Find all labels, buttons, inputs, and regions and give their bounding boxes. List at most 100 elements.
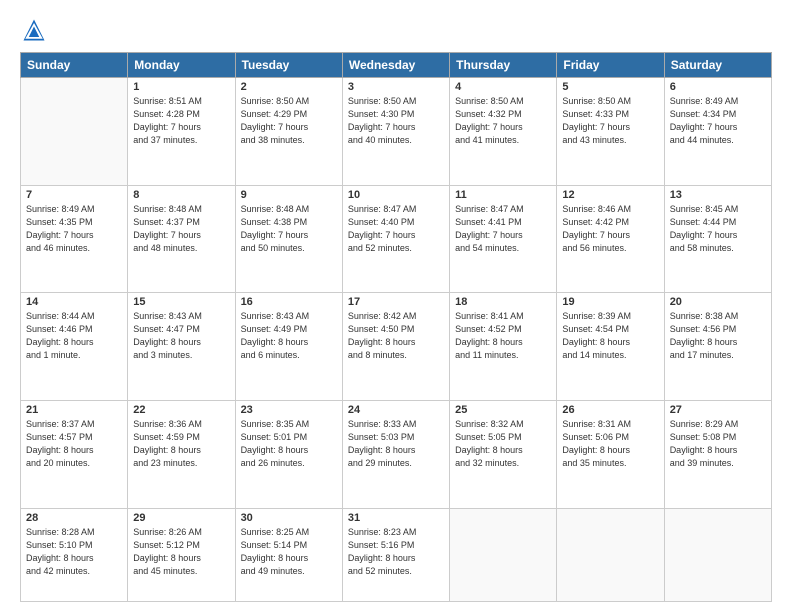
calendar-cell: 31 Sunrise: 8:23 AM Sunset: 5:16 PM Dayli…: [342, 508, 449, 601]
day-number: 22: [133, 404, 229, 416]
day-info: Sunrise: 8:29 AM Sunset: 5:08 PM Dayligh…: [670, 418, 766, 470]
calendar-cell: [664, 508, 771, 601]
day-number: 9: [241, 189, 337, 201]
day-info: Sunrise: 8:45 AM Sunset: 4:44 PM Dayligh…: [670, 203, 766, 255]
calendar-week: 21 Sunrise: 8:37 AM Sunset: 4:57 PM Dayli…: [21, 400, 772, 508]
day-number: 19: [562, 296, 658, 308]
calendar-cell: 27Sunrise: 8:29 AM Sunset: 5:08 PM Dayli…: [664, 400, 771, 508]
logo-icon: [20, 16, 48, 44]
day-info: Sunrise: 8:50 AM Sunset: 4:29 PM Dayligh…: [241, 95, 337, 147]
day-number: 4: [455, 81, 551, 93]
day-info: Sunrise: 8:36 AM Sunset: 4:59 PM Dayligh…: [133, 418, 229, 470]
day-number: 15: [133, 296, 229, 308]
calendar-cell: 30 Sunrise: 8:25 AM Sunset: 5:14 PM Dayli…: [235, 508, 342, 601]
weekday-header: Tuesday: [235, 53, 342, 78]
day-info: Sunrise: 8:48 AM Sunset: 4:37 PM Dayligh…: [133, 203, 229, 255]
calendar-cell: 10Sunrise: 8:47 AM Sunset: 4:40 PM Dayli…: [342, 185, 449, 293]
calendar-cell: 19 Sunrise: 8:39 AM Sunset: 4:54 PM Dayli…: [557, 293, 664, 401]
weekday-header: Sunday: [21, 53, 128, 78]
day-info: Sunrise: 8:26 AM Sunset: 5:12 PM Dayligh…: [133, 526, 229, 578]
calendar-cell: 25 Sunrise: 8:32 AM Sunset: 5:05 PM Dayli…: [450, 400, 557, 508]
calendar-cell: 13 Sunrise: 8:45 AM Sunset: 4:44 PM Dayli…: [664, 185, 771, 293]
day-info: Sunrise: 8:33 AM Sunset: 5:03 PM Dayligh…: [348, 418, 444, 470]
calendar-cell: 29 Sunrise: 8:26 AM Sunset: 5:12 PM Dayli…: [128, 508, 235, 601]
calendar-cell: 22 Sunrise: 8:36 AM Sunset: 4:59 PM Dayli…: [128, 400, 235, 508]
calendar-week: 28Sunrise: 8:28 AM Sunset: 5:10 PM Dayli…: [21, 508, 772, 601]
day-info: Sunrise: 8:48 AM Sunset: 4:38 PM Dayligh…: [241, 203, 337, 255]
day-number: 25: [455, 404, 551, 416]
day-info: Sunrise: 8:35 AM Sunset: 5:01 PM Dayligh…: [241, 418, 337, 470]
day-number: 16: [241, 296, 337, 308]
day-info: Sunrise: 8:31 AM Sunset: 5:06 PM Dayligh…: [562, 418, 658, 470]
day-number: 31: [348, 512, 444, 524]
day-info: Sunrise: 8:44 AM Sunset: 4:46 PM Dayligh…: [26, 310, 122, 362]
calendar: SundayMondayTuesdayWednesdayThursdayFrid…: [20, 52, 772, 602]
calendar-cell: 17Sunrise: 8:42 AM Sunset: 4:50 PM Dayli…: [342, 293, 449, 401]
calendar-week: 1 Sunrise: 8:51 AM Sunset: 4:28 PM Daylig…: [21, 78, 772, 186]
calendar-cell: 28Sunrise: 8:28 AM Sunset: 5:10 PM Dayli…: [21, 508, 128, 601]
day-info: Sunrise: 8:39 AM Sunset: 4:54 PM Dayligh…: [562, 310, 658, 362]
calendar-cell: 26 Sunrise: 8:31 AM Sunset: 5:06 PM Dayli…: [557, 400, 664, 508]
day-info: Sunrise: 8:49 AM Sunset: 4:34 PM Dayligh…: [670, 95, 766, 147]
calendar-cell: 9 Sunrise: 8:48 AM Sunset: 4:38 PM Daylig…: [235, 185, 342, 293]
calendar-week: 7 Sunrise: 8:49 AM Sunset: 4:35 PM Daylig…: [21, 185, 772, 293]
day-info: Sunrise: 8:46 AM Sunset: 4:42 PM Dayligh…: [562, 203, 658, 255]
day-number: 6: [670, 81, 766, 93]
calendar-cell: 8 Sunrise: 8:48 AM Sunset: 4:37 PM Daylig…: [128, 185, 235, 293]
day-number: 5: [562, 81, 658, 93]
page: SundayMondayTuesdayWednesdayThursdayFrid…: [0, 0, 792, 612]
calendar-cell: [450, 508, 557, 601]
day-info: Sunrise: 8:51 AM Sunset: 4:28 PM Dayligh…: [133, 95, 229, 147]
calendar-cell: 6 Sunrise: 8:49 AM Sunset: 4:34 PM Daylig…: [664, 78, 771, 186]
day-number: 13: [670, 189, 766, 201]
calendar-cell: 23Sunrise: 8:35 AM Sunset: 5:01 PM Dayli…: [235, 400, 342, 508]
day-number: 1: [133, 81, 229, 93]
day-number: 26: [562, 404, 658, 416]
calendar-cell: 7 Sunrise: 8:49 AM Sunset: 4:35 PM Daylig…: [21, 185, 128, 293]
weekday-header: Wednesday: [342, 53, 449, 78]
calendar-cell: 16 Sunrise: 8:43 AM Sunset: 4:49 PM Dayli…: [235, 293, 342, 401]
day-info: Sunrise: 8:50 AM Sunset: 4:33 PM Dayligh…: [562, 95, 658, 147]
day-number: 2: [241, 81, 337, 93]
weekday-header: Friday: [557, 53, 664, 78]
header: [20, 16, 772, 44]
weekday-header: Saturday: [664, 53, 771, 78]
day-info: Sunrise: 8:23 AM Sunset: 5:16 PM Dayligh…: [348, 526, 444, 578]
calendar-cell: 15Sunrise: 8:43 AM Sunset: 4:47 PM Dayli…: [128, 293, 235, 401]
day-info: Sunrise: 8:32 AM Sunset: 5:05 PM Dayligh…: [455, 418, 551, 470]
day-info: Sunrise: 8:25 AM Sunset: 5:14 PM Dayligh…: [241, 526, 337, 578]
logo: [20, 16, 52, 44]
day-number: 18: [455, 296, 551, 308]
header-row: SundayMondayTuesdayWednesdayThursdayFrid…: [21, 53, 772, 78]
calendar-cell: 24 Sunrise: 8:33 AM Sunset: 5:03 PM Dayli…: [342, 400, 449, 508]
day-number: 11: [455, 189, 551, 201]
calendar-cell: 5 Sunrise: 8:50 AM Sunset: 4:33 PM Daylig…: [557, 78, 664, 186]
day-number: 30: [241, 512, 337, 524]
day-number: 10: [348, 189, 444, 201]
calendar-cell: 12 Sunrise: 8:46 AM Sunset: 4:42 PM Dayli…: [557, 185, 664, 293]
calendar-cell: 14Sunrise: 8:44 AM Sunset: 4:46 PM Dayli…: [21, 293, 128, 401]
calendar-cell: 4Sunrise: 8:50 AM Sunset: 4:32 PM Daylig…: [450, 78, 557, 186]
day-number: 21: [26, 404, 122, 416]
calendar-cell: [21, 78, 128, 186]
day-number: 29: [133, 512, 229, 524]
calendar-cell: 11 Sunrise: 8:47 AM Sunset: 4:41 PM Dayli…: [450, 185, 557, 293]
calendar-cell: 3Sunrise: 8:50 AM Sunset: 4:30 PM Daylig…: [342, 78, 449, 186]
day-info: Sunrise: 8:50 AM Sunset: 4:30 PM Dayligh…: [348, 95, 444, 147]
day-info: Sunrise: 8:49 AM Sunset: 4:35 PM Dayligh…: [26, 203, 122, 255]
calendar-cell: 18Sunrise: 8:41 AM Sunset: 4:52 PM Dayli…: [450, 293, 557, 401]
day-number: 7: [26, 189, 122, 201]
day-number: 17: [348, 296, 444, 308]
day-info: Sunrise: 8:47 AM Sunset: 4:41 PM Dayligh…: [455, 203, 551, 255]
day-info: Sunrise: 8:38 AM Sunset: 4:56 PM Dayligh…: [670, 310, 766, 362]
day-info: Sunrise: 8:43 AM Sunset: 4:49 PM Dayligh…: [241, 310, 337, 362]
day-number: 24: [348, 404, 444, 416]
day-info: Sunrise: 8:37 AM Sunset: 4:57 PM Dayligh…: [26, 418, 122, 470]
calendar-table: SundayMondayTuesdayWednesdayThursdayFrid…: [20, 52, 772, 602]
day-number: 12: [562, 189, 658, 201]
calendar-week: 14Sunrise: 8:44 AM Sunset: 4:46 PM Dayli…: [21, 293, 772, 401]
day-number: 8: [133, 189, 229, 201]
calendar-cell: 21 Sunrise: 8:37 AM Sunset: 4:57 PM Dayli…: [21, 400, 128, 508]
calendar-cell: 2 Sunrise: 8:50 AM Sunset: 4:29 PM Daylig…: [235, 78, 342, 186]
calendar-cell: 20Sunrise: 8:38 AM Sunset: 4:56 PM Dayli…: [664, 293, 771, 401]
